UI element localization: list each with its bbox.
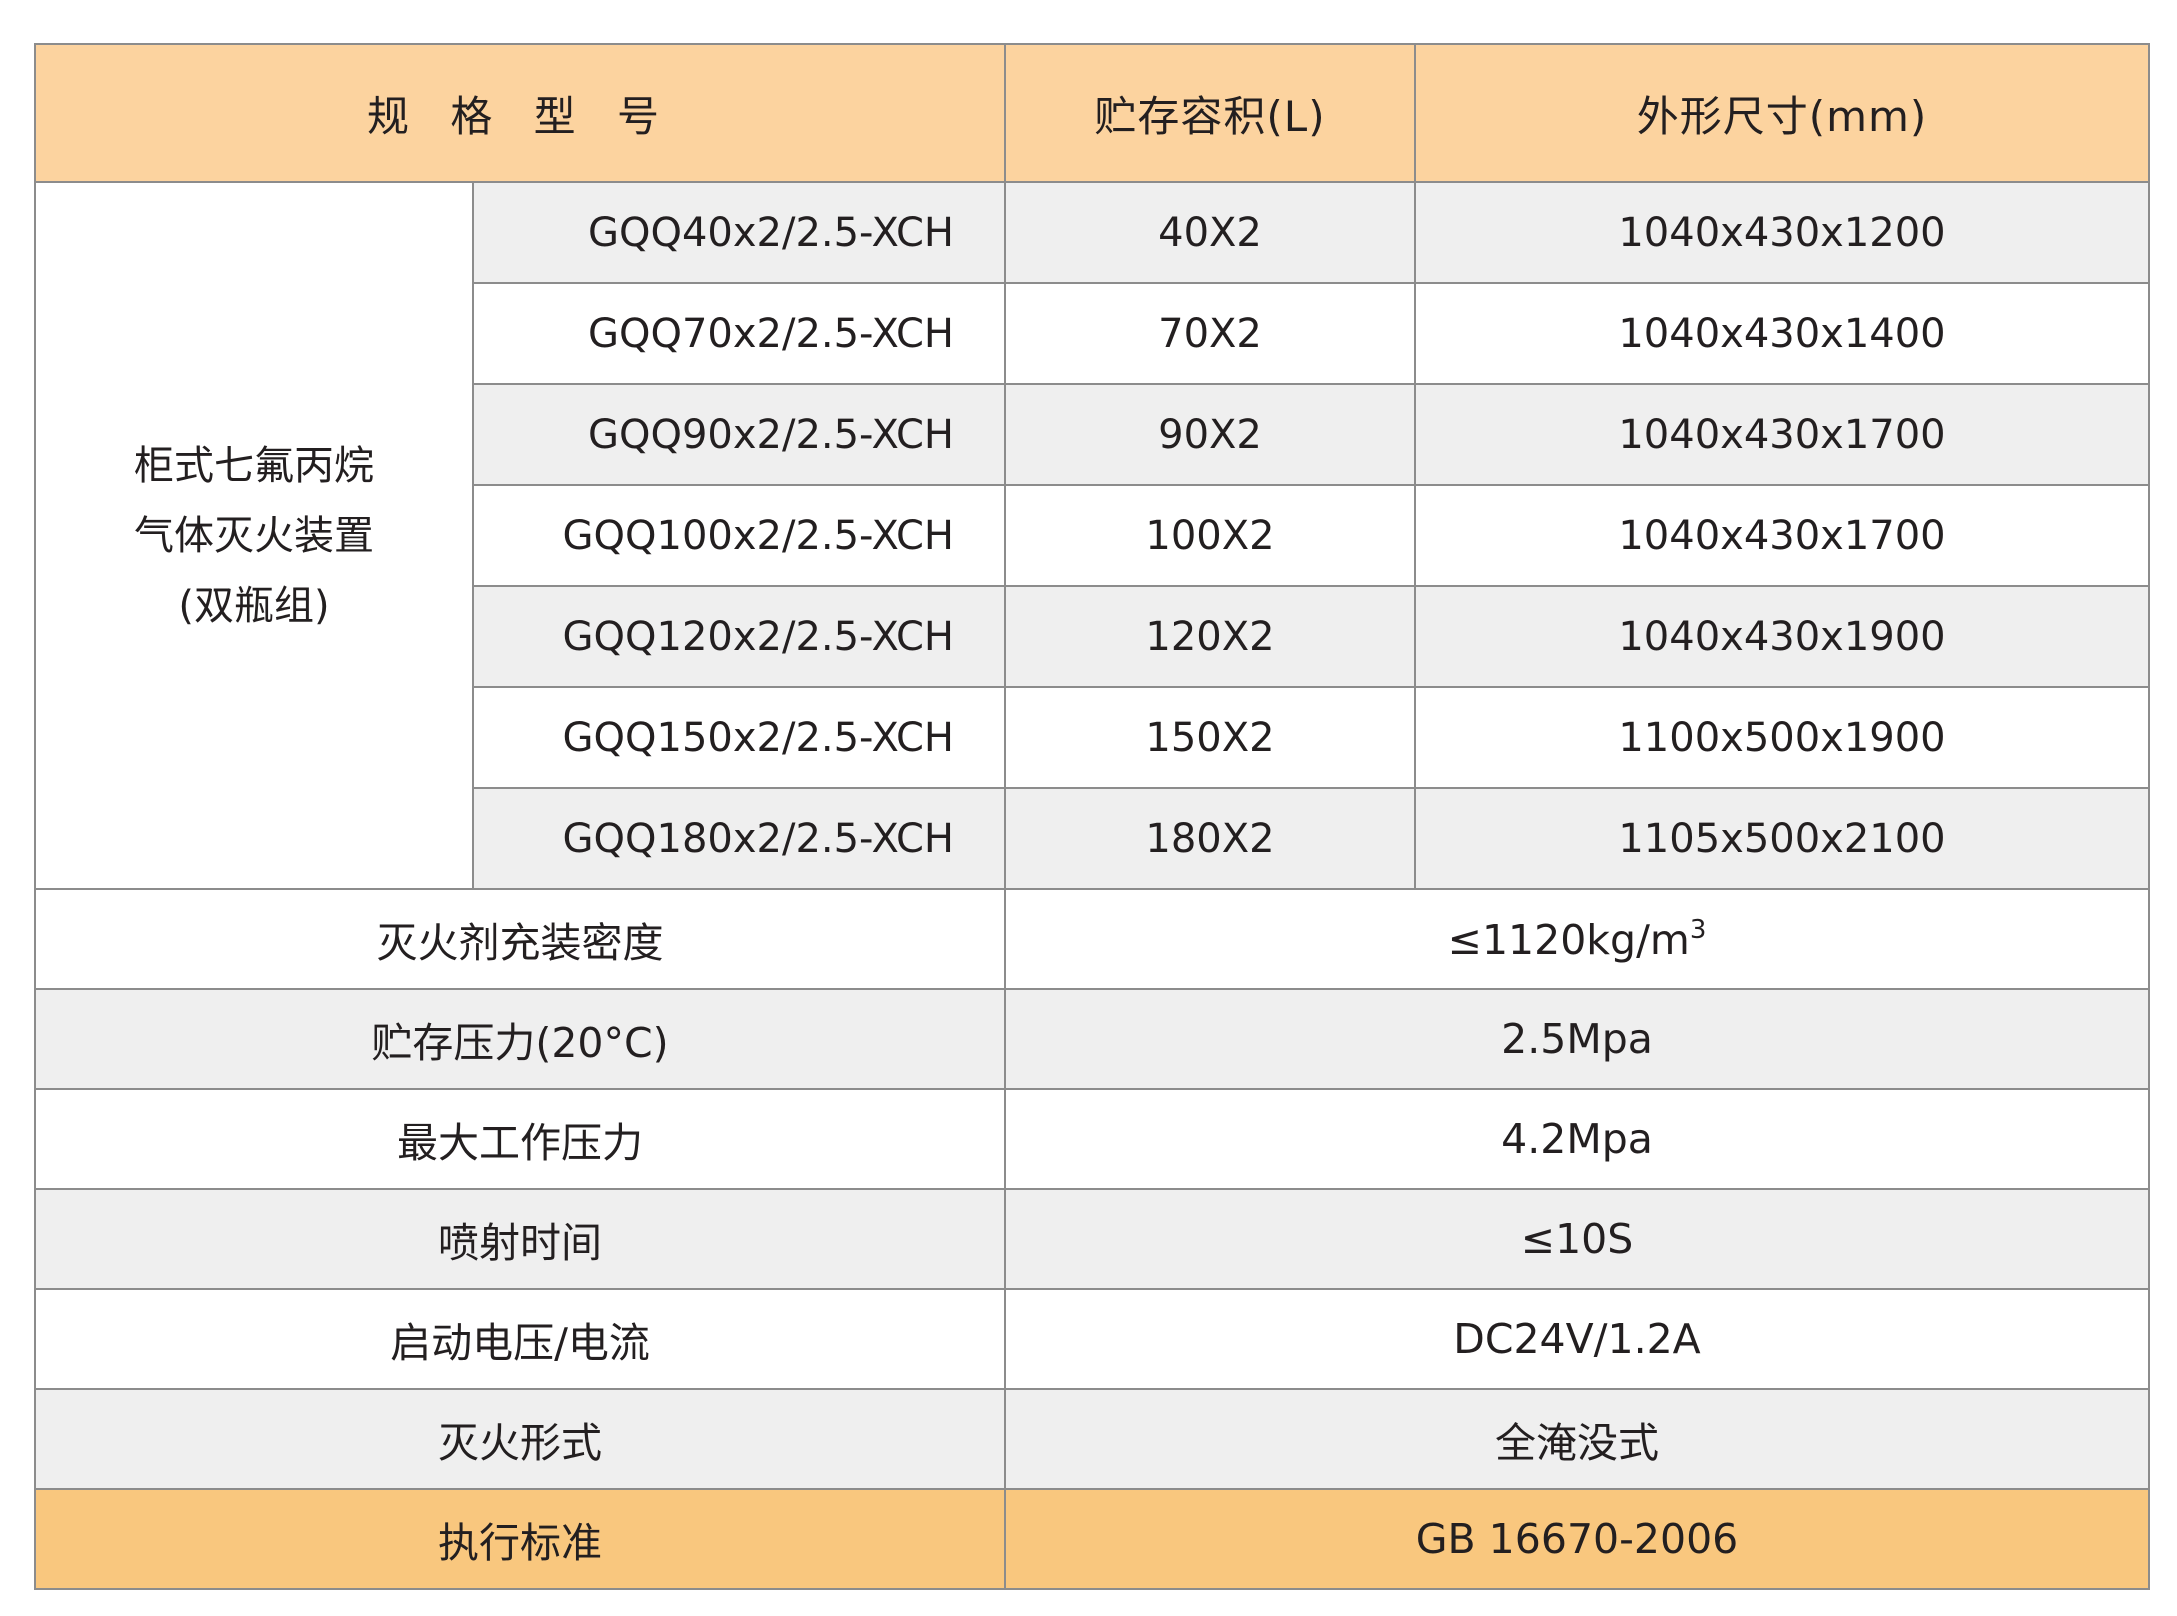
model-capacity: 70X2 — [1004, 282, 1416, 385]
model-capacity: 150X2 — [1004, 686, 1416, 789]
param-row-spray-time: 喷射时间 ≤10S — [34, 1188, 2150, 1290]
param-row-voltage: 启动电压/电流 DC24V/1.2A — [34, 1288, 2150, 1390]
param-value-superscript: 3 — [1689, 914, 1707, 945]
model-dimensions: 1105x500x2100 — [1414, 787, 2150, 890]
param-value: 全淹没式 — [1004, 1388, 2150, 1490]
model-capacity: 90X2 — [1004, 383, 1416, 486]
model-name: GQQ150x2/2.5-XCH — [472, 686, 1006, 789]
model-dimensions: 1040x430x1400 — [1414, 282, 2150, 385]
header-capacity: 贮存容积(L) — [1004, 43, 1416, 183]
model-capacity: 120X2 — [1004, 585, 1416, 688]
param-value: ≤10S — [1004, 1188, 2150, 1290]
model-dimensions: 1040x430x1700 — [1414, 484, 2150, 587]
param-row-mode: 灭火形式 全淹没式 — [34, 1388, 2150, 1490]
model-name: GQQ70x2/2.5-XCH — [472, 282, 1006, 385]
param-value: DC24V/1.2A — [1004, 1288, 2150, 1390]
header-model: 规 格 型 号 — [34, 43, 1006, 183]
param-value: 4.2Mpa — [1004, 1088, 2150, 1190]
param-value: ≤1120kg/m3 — [1004, 888, 2150, 990]
param-row-max-pressure: 最大工作压力 4.2Mpa — [34, 1088, 2150, 1190]
model-dimensions: 1040x430x1200 — [1414, 181, 2150, 284]
param-label: 最大工作压力 — [34, 1088, 1006, 1190]
param-row-density: 灭火剂充装密度 ≤1120kg/m3 — [34, 888, 2150, 990]
model-name: GQQ120x2/2.5-XCH — [472, 585, 1006, 688]
table-row: 柜式七氟丙烷 气体灭火装置 (双瓶组) GQQ40x2/2.5-XCH 40X2… — [34, 181, 2150, 890]
model-dimensions: 1040x430x1700 — [1414, 383, 2150, 486]
spec-table: 规 格 型 号 贮存容积(L) 外形尺寸(mm) 柜式七氟丙烷 气体灭火装置 (… — [34, 43, 2150, 1590]
header-row: 规 格 型 号 贮存容积(L) 外形尺寸(mm) — [34, 43, 2150, 183]
model-name: GQQ90x2/2.5-XCH — [472, 383, 1006, 486]
param-label: 贮存压力(20°C) — [34, 988, 1006, 1090]
header-dimensions: 外形尺寸(mm) — [1414, 43, 2150, 183]
param-label: 灭火剂充装密度 — [34, 888, 1006, 990]
param-value-text: ≤1120kg/m — [1447, 915, 1690, 964]
group-label: 柜式七氟丙烷 气体灭火装置 (双瓶组) — [34, 181, 474, 890]
param-label: 执行标准 — [34, 1488, 1006, 1590]
param-label: 启动电压/电流 — [34, 1288, 1006, 1390]
model-capacity: 100X2 — [1004, 484, 1416, 587]
group-label-line3: (双瓶组) — [178, 582, 330, 629]
model-capacity: 180X2 — [1004, 787, 1416, 890]
param-value: GB 16670-2006 — [1004, 1488, 2150, 1590]
param-label: 灭火形式 — [34, 1388, 1006, 1490]
param-label: 喷射时间 — [34, 1188, 1006, 1290]
model-name: GQQ40x2/2.5-XCH — [472, 181, 1006, 284]
param-row-pressure: 贮存压力(20°C) 2.5Mpa — [34, 988, 2150, 1090]
model-name: GQQ100x2/2.5-XCH — [472, 484, 1006, 587]
param-value: 2.5Mpa — [1004, 988, 2150, 1090]
param-row-standard: 执行标准 GB 16670-2006 — [34, 1488, 2150, 1590]
model-dimensions: 1100x500x1900 — [1414, 686, 2150, 789]
model-capacity: 40X2 — [1004, 181, 1416, 284]
group-label-line2: 气体灭火装置 — [134, 512, 374, 559]
model-dimensions: 1040x430x1900 — [1414, 585, 2150, 688]
model-name: GQQ180x2/2.5-XCH — [472, 787, 1006, 890]
group-label-line1: 柜式七氟丙烷 — [134, 442, 374, 489]
